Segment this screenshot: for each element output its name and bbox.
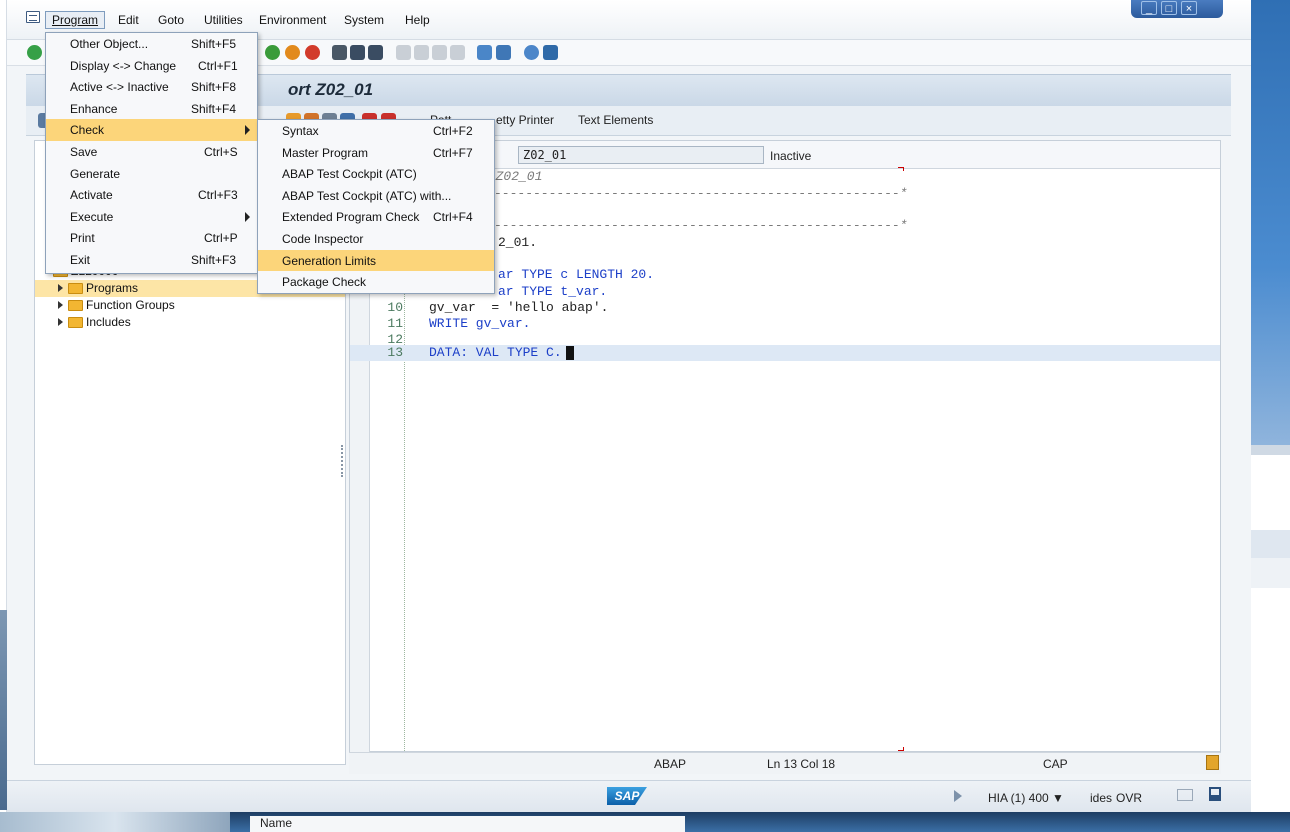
host-name: ides — [1090, 791, 1113, 805]
menu-item-enhance[interactable]: Enhance Shift+F4 — [46, 98, 257, 120]
program-name-field[interactable]: Z02_01 — [518, 146, 764, 164]
expand-icon[interactable] — [58, 284, 63, 292]
layout-icon[interactable] — [1177, 789, 1193, 801]
submenu-item-atc-with[interactable]: ABAP Test Cockpit (ATC) with... — [258, 185, 494, 207]
name-column-header: Name — [250, 816, 685, 832]
back-icon[interactable] — [265, 45, 280, 60]
menu-goto[interactable]: Goto — [158, 13, 184, 27]
tree-item-function-groups[interactable]: Function Groups — [35, 297, 345, 314]
lock-icon[interactable] — [1209, 787, 1221, 801]
menu-item-other-object[interactable]: Other Object... Shift+F5 — [46, 33, 257, 55]
find-next-icon[interactable] — [368, 45, 383, 60]
submenu-item-generation-limits[interactable]: Generation Limits — [258, 249, 494, 272]
menu-item-generate[interactable]: Generate — [46, 163, 257, 185]
status-bar: SAP HIA (1) 400 ▼ ides OVR — [7, 780, 1251, 812]
previous-page-icon[interactable] — [414, 45, 429, 60]
enter-icon[interactable] — [27, 45, 42, 60]
folder-icon — [68, 300, 83, 311]
menu-item-execute[interactable]: Execute — [46, 206, 257, 228]
code-line-current[interactable]: 13 DATA: VAL TYPE C. — [350, 345, 1220, 361]
menu-utilities[interactable]: Utilities — [204, 13, 243, 27]
pretty-printer-button[interactable]: etty Printer — [496, 113, 554, 127]
corner-mark — [898, 747, 904, 751]
submenu-item-syntax[interactable]: Syntax Ctrl+F2 — [258, 120, 494, 142]
menu-item-save[interactable]: Save Ctrl+S — [46, 141, 257, 163]
customize-layout-icon[interactable] — [543, 45, 558, 60]
code-line[interactable]: 11 WRITE gv_var. — [350, 316, 1220, 332]
editor-status-bar: ABAP Ln 13 Col 18 CAP — [349, 752, 1221, 774]
splitter-handle[interactable] — [341, 445, 345, 477]
last-page-icon[interactable] — [450, 45, 465, 60]
menu-item-activate[interactable]: Activate Ctrl+F3 — [46, 184, 257, 206]
expand-icon[interactable] — [58, 301, 63, 309]
menu-help[interactable]: Help — [405, 13, 430, 27]
submenu-item-atc[interactable]: ABAP Test Cockpit (ATC) — [258, 163, 494, 185]
text-cursor — [566, 346, 574, 360]
play-icon[interactable] — [954, 790, 962, 802]
menu-item-display-change[interactable]: Display <-> Change Ctrl+F1 — [46, 55, 257, 77]
program-menu-dropdown: Other Object... Shift+F5 Display <-> Chan… — [45, 32, 258, 274]
system-menu-icon[interactable] — [26, 11, 40, 23]
program-status: Inactive — [770, 149, 812, 163]
first-page-icon[interactable] — [396, 45, 411, 60]
expand-icon[interactable] — [58, 318, 63, 326]
background-image — [0, 812, 230, 832]
menu-program[interactable]: Program — [45, 11, 106, 29]
system-info[interactable]: HIA (1) 400 ▼ — [988, 791, 1064, 805]
window-controls: _ □ × — [1131, 0, 1223, 18]
submenu-arrow-icon — [245, 125, 250, 136]
menu-edit[interactable]: Edit — [118, 13, 139, 27]
maximize-icon[interactable]: □ — [1161, 1, 1177, 15]
menu-system[interactable]: System — [344, 13, 384, 27]
menu-environment[interactable]: Environment — [259, 13, 326, 27]
desktop-background — [1251, 0, 1290, 832]
editor-language: ABAP — [654, 757, 687, 771]
corner-mark — [898, 167, 904, 171]
shortcut-icon[interactable] — [496, 45, 511, 60]
code-line[interactable]: 10 gv_var = 'hello abap'. — [350, 300, 1220, 316]
page-title: ort Z02_01 — [288, 80, 374, 99]
background-window: Name — [0, 812, 1290, 832]
folder-icon — [68, 317, 83, 328]
tree-item-includes[interactable]: Includes — [35, 314, 345, 331]
sap-logo: SAP — [607, 787, 647, 805]
document-icon[interactable] — [1206, 755, 1219, 770]
menu-item-active-inactive[interactable]: Active <-> Inactive Shift+F8 — [46, 76, 257, 98]
close-icon[interactable]: × — [1181, 1, 1197, 15]
text-elements-button[interactable]: Text Elements — [578, 113, 653, 127]
print-icon[interactable] — [332, 45, 347, 60]
menu-item-print[interactable]: Print Ctrl+P — [46, 227, 257, 249]
minimize-icon[interactable]: _ — [1141, 1, 1157, 15]
menu-item-exit[interactable]: Exit Shift+F3 — [46, 249, 257, 271]
cancel-icon[interactable] — [305, 45, 320, 60]
insert-mode[interactable]: OVR — [1116, 791, 1142, 805]
submenu-item-code-inspector[interactable]: Code Inspector — [258, 228, 494, 250]
exit-icon[interactable] — [285, 45, 300, 60]
submenu-arrow-icon — [245, 211, 250, 222]
submenu-item-master-program[interactable]: Master Program Ctrl+F7 — [258, 142, 494, 164]
desktop-left-strip — [0, 0, 7, 832]
submenu-item-extended-check[interactable]: Extended Program Check Ctrl+F4 — [258, 206, 494, 228]
menu-item-check[interactable]: Check — [46, 119, 257, 141]
find-icon[interactable] — [350, 45, 365, 60]
create-session-icon[interactable] — [477, 45, 492, 60]
folder-icon — [68, 283, 83, 294]
cursor-position: Ln 13 Col 18 — [767, 757, 836, 771]
caps-indicator: CAP — [1043, 757, 1068, 771]
next-page-icon[interactable] — [432, 45, 447, 60]
check-submenu: Syntax Ctrl+F2 Master Program Ctrl+F7 ABAP… — [257, 119, 495, 294]
submenu-item-package-check[interactable]: Package Check — [258, 271, 494, 293]
help-icon[interactable] — [524, 45, 539, 60]
